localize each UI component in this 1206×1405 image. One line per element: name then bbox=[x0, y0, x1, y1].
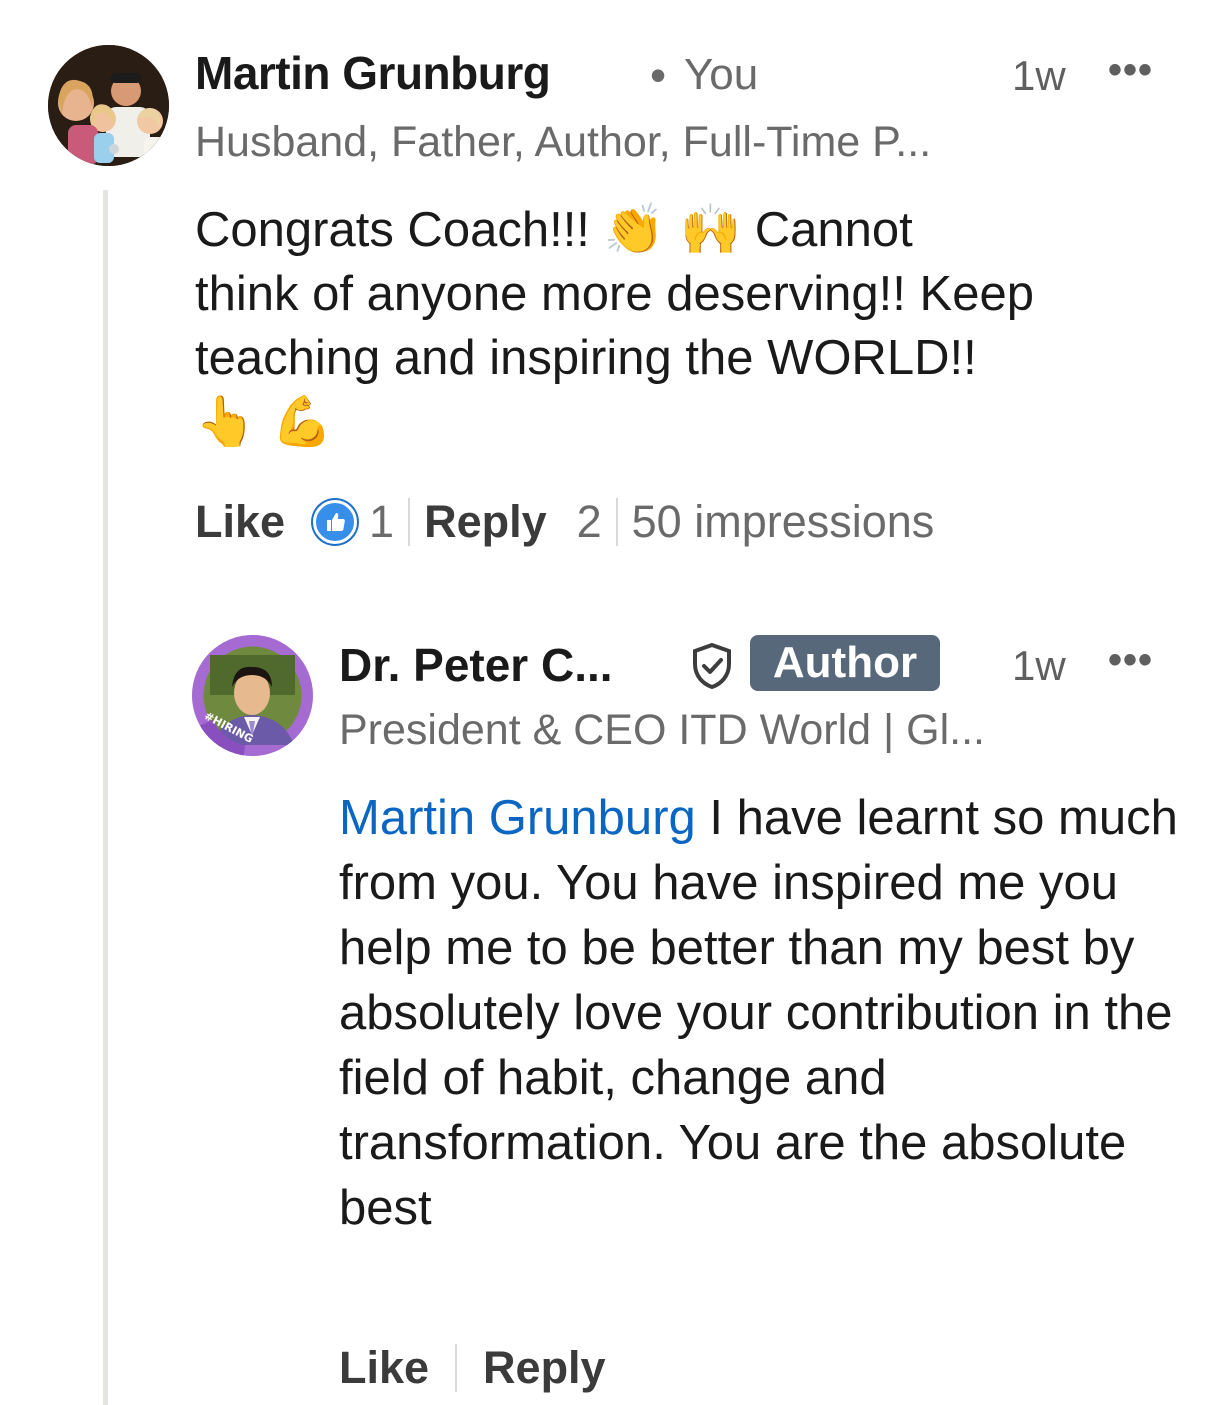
reply-timestamp: 1w bbox=[1012, 642, 1066, 689]
mention-link[interactable]: Martin Grunburg bbox=[339, 791, 696, 845]
verified-shield-icon bbox=[690, 642, 734, 695]
reply-actions: Like Reply bbox=[339, 1338, 606, 1398]
separator-dot: • bbox=[650, 49, 667, 101]
reply-button[interactable]: Reply bbox=[424, 496, 547, 548]
impressions-count[interactable]: 50 impressions bbox=[632, 496, 935, 548]
more-options-icon[interactable]: ••• bbox=[1108, 48, 1153, 93]
commenter-headline: Husband, Father, Author, Full-Time P... bbox=[195, 118, 932, 166]
reply-body: Martin Grunburg I have learnt so much fr… bbox=[339, 786, 1189, 1241]
replier-avatar[interactable]: #HIRING bbox=[192, 635, 313, 756]
comment-body: Congrats Coach!!! 👏 🙌 Cannot think of an… bbox=[195, 198, 1195, 454]
like-reaction-icon[interactable] bbox=[313, 500, 358, 544]
divider bbox=[455, 1344, 458, 1392]
thread-line bbox=[103, 190, 108, 1405]
reply-count[interactable]: 2 bbox=[577, 496, 602, 548]
commenter-avatar[interactable] bbox=[48, 45, 169, 166]
comment-text-part: Cannot bbox=[741, 203, 913, 257]
relation-label: You bbox=[684, 50, 759, 99]
clap-raise-hands-emoji: 👏 🙌 bbox=[603, 201, 742, 258]
replier-headline: President & CEO ITD World | Gl... bbox=[339, 706, 985, 754]
author-badge: Author bbox=[750, 635, 940, 691]
reply-button[interactable]: Reply bbox=[483, 1342, 606, 1394]
like-count[interactable]: 1 bbox=[369, 496, 394, 548]
replier-name[interactable]: Dr. Peter C... bbox=[339, 638, 613, 692]
divider bbox=[408, 498, 411, 546]
reply-text: I have learnt so much from you. You have… bbox=[339, 791, 1178, 1235]
point-muscle-emoji: 👆 💪 bbox=[195, 393, 333, 450]
comment-actions: Like 1 Reply 2 50 impressions bbox=[195, 492, 934, 552]
more-options-icon[interactable]: ••• bbox=[1108, 638, 1153, 683]
comment-timestamp: 1w bbox=[1012, 52, 1066, 99]
comment-text-part: Congrats Coach!!! bbox=[195, 203, 604, 257]
like-button[interactable]: Like bbox=[195, 496, 285, 548]
divider bbox=[615, 498, 618, 546]
like-button[interactable]: Like bbox=[339, 1342, 429, 1394]
commenter-name[interactable]: Martin Grunburg bbox=[195, 46, 551, 100]
comment-text-rest: think of anyone more deserving!! Keep te… bbox=[195, 267, 1034, 385]
